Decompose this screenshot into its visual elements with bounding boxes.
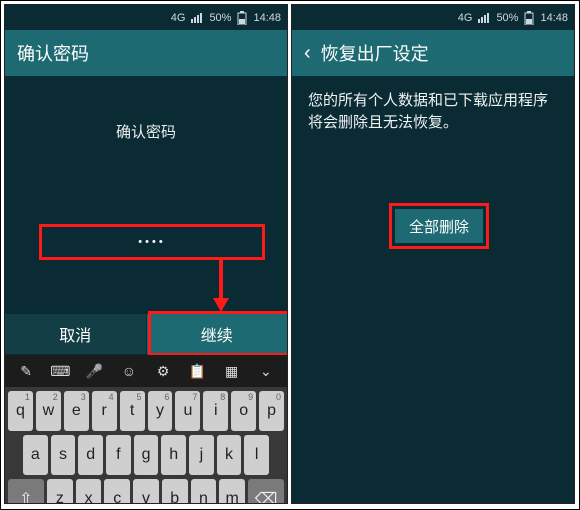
annotation-arrow-icon <box>211 260 231 312</box>
page-title: 恢复出厂设定 <box>321 40 429 66</box>
battery-label: 50% <box>209 12 231 24</box>
battery-icon <box>237 11 247 25</box>
key-v[interactable]: v <box>133 479 159 504</box>
key-o[interactable]: o9 <box>231 391 256 431</box>
key-h[interactable]: h <box>161 435 186 475</box>
kb-collapse-icon[interactable]: ⌄ <box>252 359 280 383</box>
key-j[interactable]: j <box>189 435 214 475</box>
network-label: 4G <box>171 12 186 24</box>
keyboard-toolbar: ✎ ⌨ 🎤 ☺ ⚙ 📋 ▦ ⌄ <box>5 355 287 387</box>
key-a[interactable]: a <box>23 435 48 475</box>
kb-keyboard-icon[interactable]: ⌨ <box>46 359 74 383</box>
key-i[interactable]: i8 <box>203 391 228 431</box>
kb-mic-icon[interactable]: 🎤 <box>81 359 109 383</box>
key-z[interactable]: z <box>47 479 73 504</box>
key-backspace[interactable]: ⌫ <box>248 479 284 504</box>
key-q[interactable]: q1 <box>8 391 33 431</box>
kb-clipboard-icon[interactable]: 📋 <box>183 359 211 383</box>
continue-button[interactable]: 继续 <box>147 314 288 354</box>
key-u[interactable]: u7 <box>175 391 200 431</box>
phone-left: 4G 50% 14:48 确认密码 确认密码 •••• 取消 继续 <box>4 4 288 504</box>
battery-icon <box>524 11 534 25</box>
kb-handwrite-icon[interactable]: ✎ <box>12 359 40 383</box>
key-b[interactable]: b <box>162 479 188 504</box>
clock-label: 14:48 <box>253 12 281 24</box>
clock-label: 14:48 <box>540 12 568 24</box>
battery-label: 50% <box>496 12 518 24</box>
page-title: 确认密码 <box>17 40 89 66</box>
key-f[interactable]: f <box>106 435 131 475</box>
kb-layout-icon[interactable]: ▦ <box>218 359 246 383</box>
warning-message: 您的所有个人数据和已下载应用程序将会删除且无法恢复。 <box>292 76 574 134</box>
status-bar: 4G 50% 14:48 <box>292 5 574 30</box>
key-s[interactable]: s <box>51 435 76 475</box>
status-bar: 4G 50% 14:48 <box>5 5 287 30</box>
key-y[interactable]: y6 <box>148 391 173 431</box>
key-k[interactable]: k <box>217 435 242 475</box>
key-e[interactable]: e3 <box>64 391 89 431</box>
key-r[interactable]: r4 <box>92 391 117 431</box>
title-bar: 确认密码 <box>5 30 287 76</box>
password-input[interactable]: •••• <box>39 224 265 260</box>
key-m[interactable]: m <box>219 479 245 504</box>
key-g[interactable]: g <box>134 435 159 475</box>
key-p[interactable]: p0 <box>259 391 284 431</box>
key-c[interactable]: c <box>104 479 130 504</box>
key-t[interactable]: t5 <box>120 391 145 431</box>
back-icon[interactable]: ‹ <box>304 43 311 63</box>
keyboard: q1w2e3r4t5y6u7i8o9p0 asdfghjkl ⇧zxcvbnm⌫… <box>5 387 287 504</box>
key-n[interactable]: n <box>191 479 217 504</box>
signal-icon <box>478 13 490 23</box>
phone-right: 4G 50% 14:48 ‹ 恢复出厂设定 您的所有个人数据和已下载应用程序将会… <box>291 4 575 504</box>
key-d[interactable]: d <box>78 435 103 475</box>
button-row: 取消 继续 <box>5 314 287 354</box>
key-x[interactable]: x <box>76 479 102 504</box>
kb-gear-icon[interactable]: ⚙ <box>149 359 177 383</box>
title-bar: ‹ 恢复出厂设定 <box>292 30 574 76</box>
delete-all-button[interactable]: 全部删除 <box>395 209 483 243</box>
key-shift[interactable]: ⇧ <box>8 479 44 504</box>
key-l[interactable]: l <box>244 435 269 475</box>
cancel-button[interactable]: 取消 <box>5 314 147 354</box>
network-label: 4G <box>458 12 473 24</box>
signal-icon <box>191 13 203 23</box>
confirm-password-label: 确认密码 <box>5 76 287 142</box>
key-w[interactable]: w2 <box>36 391 61 431</box>
kb-emoji-icon[interactable]: ☺ <box>115 359 143 383</box>
